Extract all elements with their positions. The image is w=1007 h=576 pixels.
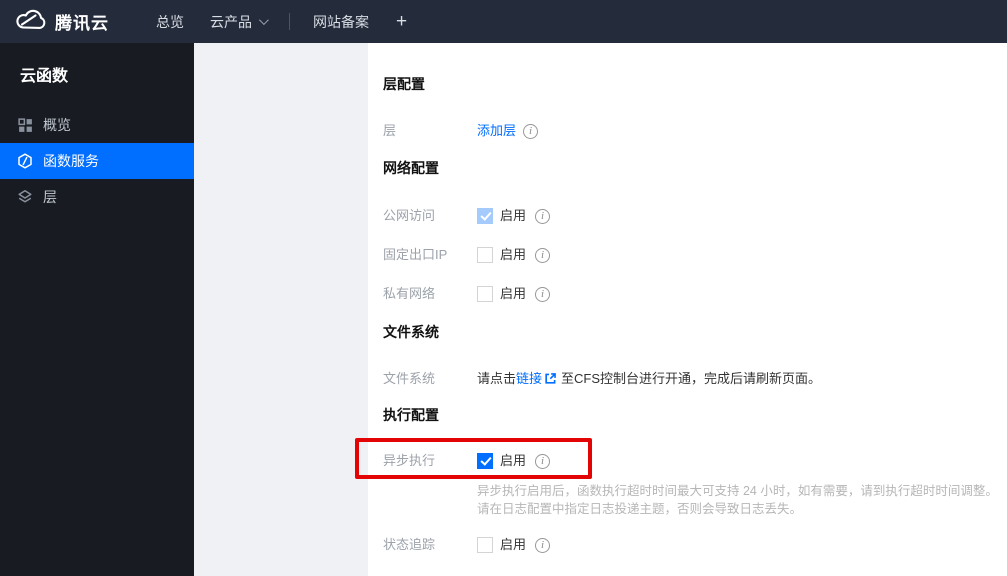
public-network-access-row: 公网访问 启用 i: [383, 207, 1007, 225]
brand-name: 腾讯云: [55, 14, 109, 33]
status-tracking-checkbox[interactable]: [477, 537, 493, 553]
async-execution-row: 异步执行 启用 i: [383, 452, 1007, 470]
section-title-file-system: 文件系统: [383, 324, 439, 340]
field-label-async-execution: 异步执行: [383, 453, 436, 468]
field-label-public-access: 公网访问: [383, 208, 436, 223]
description-line: 异步执行启用后，函数执行超时时间最大可支持 24 小时，如有需要，请到执行超时时…: [477, 484, 998, 498]
sidebar-title: 云函数: [20, 68, 69, 85]
external-link-icon[interactable]: [544, 372, 557, 390]
info-icon[interactable]: i: [535, 286, 551, 302]
info-icon[interactable]: i: [535, 453, 551, 469]
topnav-item-label: 网站备案: [313, 13, 369, 30]
async-execution-description: 异步执行启用后，函数执行超时时间最大可支持 24 小时，如有需要，请到执行超时时…: [477, 482, 1007, 518]
section-title-layer-config: 层配置: [383, 76, 425, 92]
topnav-item-label: 云产品: [210, 13, 252, 30]
field-label-private-network: 私有网络: [383, 286, 436, 301]
page: 腾讯云 总览 云产品 网站备案 + 云函数 概览 函数服务 层 层配置 层 添加…: [0, 0, 1007, 576]
fixed-outbound-ip-row: 固定出口IP 启用 i: [383, 246, 1007, 264]
field-label-fixed-ip: 固定出口IP: [383, 247, 448, 262]
section-title-execution-config: 执行配置: [383, 407, 439, 423]
sidebar-item-label: 概览: [43, 117, 71, 133]
sidebar-item-function-service[interactable]: 函数服务: [0, 143, 194, 179]
chevron-down-icon: [258, 15, 269, 26]
field-label-file-system: 文件系统: [383, 371, 436, 386]
field-label-layer: 层: [383, 123, 397, 138]
status-tracking-row: 状态追踪 启用 i: [383, 536, 1007, 554]
private-network-checkbox[interactable]: [477, 286, 493, 302]
info-icon[interactable]: i: [523, 123, 539, 139]
info-icon[interactable]: i: [535, 208, 551, 224]
async-execution-checkbox[interactable]: [477, 453, 493, 469]
section-title-network-config: 网络配置: [383, 160, 439, 176]
topnav-item-icp-filing[interactable]: 网站备案: [300, 0, 382, 43]
file-system-hint-before: 请点击: [477, 371, 517, 386]
settings-panel: 层配置 层 添加层 i 网络配置 公网访问 启用 i 固定出口IP 启用 i 私…: [368, 43, 1007, 576]
topnav-item-label: 总览: [156, 13, 184, 30]
cfs-console-link[interactable]: 链接: [516, 370, 542, 388]
topnav-divider: [289, 13, 290, 30]
sidebar-item-overview[interactable]: 概览: [0, 107, 194, 143]
sidebar-item-layers[interactable]: 层: [0, 179, 194, 215]
public-access-checkbox: [477, 208, 493, 224]
sidebar: 云函数 概览 函数服务 层: [0, 43, 194, 576]
fixed-ip-checkbox[interactable]: [477, 247, 493, 263]
enable-label: 启用: [500, 286, 527, 301]
layers-icon: [17, 189, 33, 205]
sidebar-item-label: 函数服务: [43, 153, 99, 169]
topnav: 总览 云产品 网站备案 +: [143, 0, 421, 43]
info-icon[interactable]: i: [535, 247, 551, 263]
topnav-item-overview[interactable]: 总览: [143, 0, 197, 43]
description-line: 请在日志配置中指定日志投递主题，否则会导致日志丢失。: [477, 502, 803, 516]
topbar: 腾讯云 总览 云产品 网站备案 +: [0, 0, 1007, 43]
field-label-status-tracking: 状态追踪: [383, 537, 436, 552]
add-nav-tab-button[interactable]: +: [382, 0, 421, 43]
layer-row: 层 添加层 i: [383, 122, 1007, 140]
tencent-cloud-logo[interactable]: 腾讯云: [14, 7, 109, 36]
grid-icon: [17, 117, 33, 133]
enable-label: 启用: [500, 208, 527, 223]
function-icon: [17, 153, 33, 169]
topnav-item-cloud-products[interactable]: 云产品: [197, 0, 279, 43]
function-list-panel: [194, 43, 368, 576]
info-icon[interactable]: i: [535, 537, 551, 553]
file-system-row: 文件系统 请点击 链接 至CFS控制台进行开通，完成后请刷新页面。: [383, 370, 1007, 388]
sidebar-menu: 概览 函数服务 层: [0, 107, 194, 215]
enable-label: 启用: [500, 453, 527, 468]
private-network-row: 私有网络 启用 i: [383, 285, 1007, 303]
enable-label: 启用: [500, 537, 527, 552]
sidebar-item-label: 层: [43, 189, 57, 205]
page-body: 云函数 概览 函数服务 层 层配置 层 添加层 i 网络配置 公网访问 启用 i…: [0, 43, 1007, 576]
tencent-cloud-logo-icon: [14, 7, 47, 36]
file-system-hint-after: 至CFS控制台进行开通，完成后请刷新页面。: [561, 371, 822, 386]
add-layer-link[interactable]: 添加层: [477, 122, 516, 140]
enable-label: 启用: [500, 247, 527, 262]
